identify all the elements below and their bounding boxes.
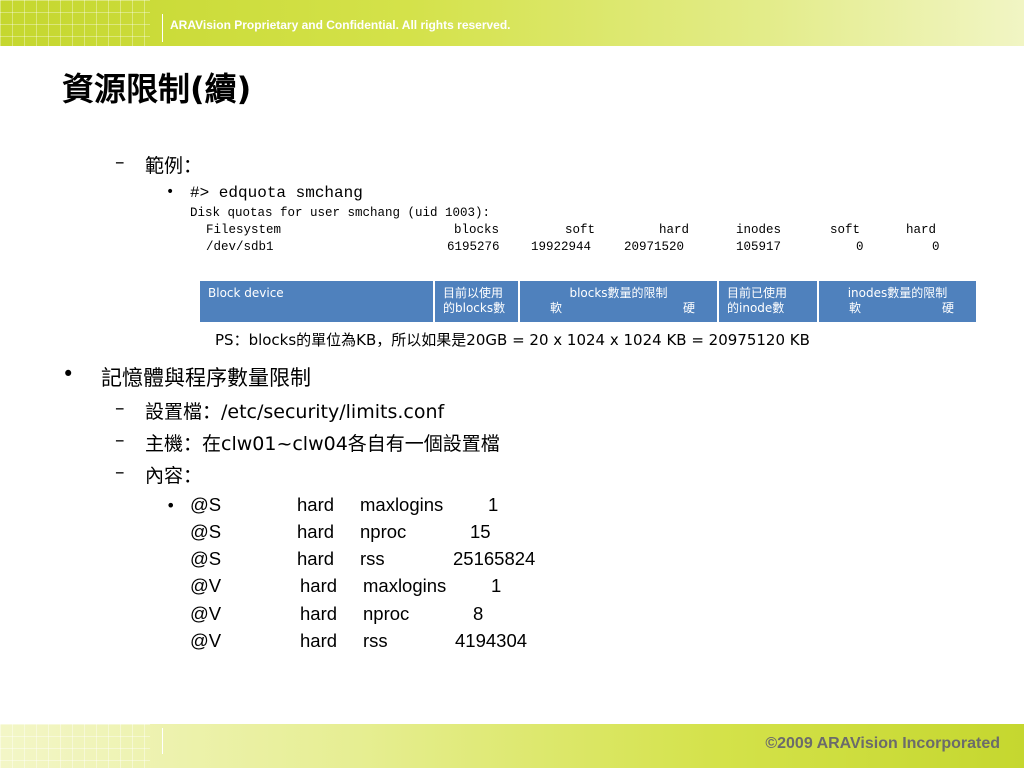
example-label: 範例： (145, 155, 203, 177)
used-blocks-line1: 目前以使用 (443, 286, 504, 300)
inodes-hard-label: 硬 (941, 301, 954, 315)
limit-domain: @S (190, 521, 222, 542)
blocks-hard-label: 硬 (682, 301, 695, 315)
cell-block-device: Block device (200, 281, 433, 322)
hosts-line: 主機：在clw01~clw04各自有一個設置檔 (145, 433, 500, 455)
used-blocks-line2: 的blocks數 (443, 301, 506, 315)
val-hard: 20971520 (624, 240, 685, 254)
blocks-soft-label: 軟 (550, 301, 563, 315)
col-hard-inodes: hard (906, 223, 937, 237)
limit-item: maxlogins (363, 575, 447, 596)
limit-value: 4194304 (455, 630, 528, 651)
memory-heading: 記憶體與程序數量限制 (101, 366, 311, 390)
limit-domain: @V (190, 575, 222, 596)
dash-bullet: – (115, 151, 125, 173)
limit-item: rss (363, 630, 388, 651)
blocks-limit-label: blocks數量的限制 (569, 286, 668, 300)
grid-pattern (0, 0, 150, 46)
limit-domain: @V (190, 630, 222, 651)
limit-domain: @S (190, 494, 222, 515)
quota-legend-table: Block device 目前以使用 的blocks數 blocks數量的限制 … (200, 281, 976, 322)
col-inodes: inodes (736, 223, 782, 237)
edquota-command: #> edquota smchang (190, 184, 363, 202)
val-soft: 19922944 (531, 240, 592, 254)
limit-item: maxlogins (360, 494, 444, 515)
header-banner: ARAVision Proprietary and Confidential. … (0, 0, 1024, 46)
dash-bullet: – (115, 461, 125, 483)
limit-type: hard (300, 630, 338, 651)
dot-bullet: • (166, 496, 176, 515)
copyright-notice: ©2009 ARAVision Incorporated (765, 735, 1000, 752)
footer-banner: ©2009 ARAVision Incorporated (0, 724, 1024, 768)
limit-type: hard (300, 575, 338, 596)
limit-value: 15 (470, 521, 491, 542)
col-soft: soft (565, 223, 596, 237)
dot-bullet: • (62, 362, 75, 386)
limit-item: nproc (363, 603, 410, 624)
val-blocks: 6195276 (447, 240, 500, 254)
limit-type: hard (297, 548, 335, 569)
footer-divider (162, 728, 163, 754)
col-blocks: blocks (454, 223, 500, 237)
limit-value: 1 (488, 494, 499, 515)
col-filesystem: Filesystem (206, 223, 282, 237)
inodes-limit-label: inodes數量的限制 (847, 286, 948, 300)
limit-value: 8 (473, 603, 484, 624)
used-inodes-line2: 的inode數 (727, 301, 785, 315)
block-device-label: Block device (208, 286, 284, 300)
cell-blocks-limit: blocks數量的限制 軟 硬 (520, 281, 717, 322)
disk-quota-line: Disk quotas for user smchang (uid 1003): (190, 206, 491, 220)
slide-title: 資源限制(續) (62, 70, 252, 108)
col-soft-inodes: soft (830, 223, 861, 237)
val-soft-inodes: 0 (856, 240, 864, 254)
limit-domain: @S (190, 548, 222, 569)
val-hard-inodes: 0 (932, 240, 940, 254)
header-divider (162, 14, 163, 42)
content-label: 內容： (145, 465, 203, 487)
cell-used-blocks: 目前以使用 的blocks數 (435, 281, 518, 322)
grid-pattern (0, 724, 150, 768)
limit-domain: @V (190, 603, 222, 624)
confidential-notice: ARAVision Proprietary and Confidential. … (170, 18, 511, 32)
limit-value: 1 (491, 575, 502, 596)
dash-bullet: – (115, 429, 125, 451)
limit-type: hard (297, 494, 335, 515)
val-inodes: 105917 (736, 240, 782, 254)
dash-bullet: – (115, 397, 125, 419)
cell-inodes-limit: inodes數量的限制 軟 硬 (819, 281, 976, 322)
used-inodes-line1: 目前已使用 (727, 286, 788, 300)
ps-note: PS：blocks的單位為KB，所以如果是20GB = 20 x 1024 x … (215, 331, 810, 349)
limit-item: nproc (360, 521, 407, 542)
val-filesystem: /dev/sdb1 (206, 240, 274, 254)
limit-type: hard (300, 603, 338, 624)
limit-item: rss (360, 548, 385, 569)
config-file-line: 設置檔：/etc/security/limits.conf (145, 401, 445, 423)
dot-bullet: • (166, 184, 175, 200)
col-hard: hard (659, 223, 690, 237)
inodes-soft-label: 軟 (849, 301, 862, 315)
limit-value: 25165824 (453, 548, 536, 569)
limit-type: hard (297, 521, 335, 542)
cell-used-inodes: 目前已使用 的inode數 (719, 281, 817, 322)
